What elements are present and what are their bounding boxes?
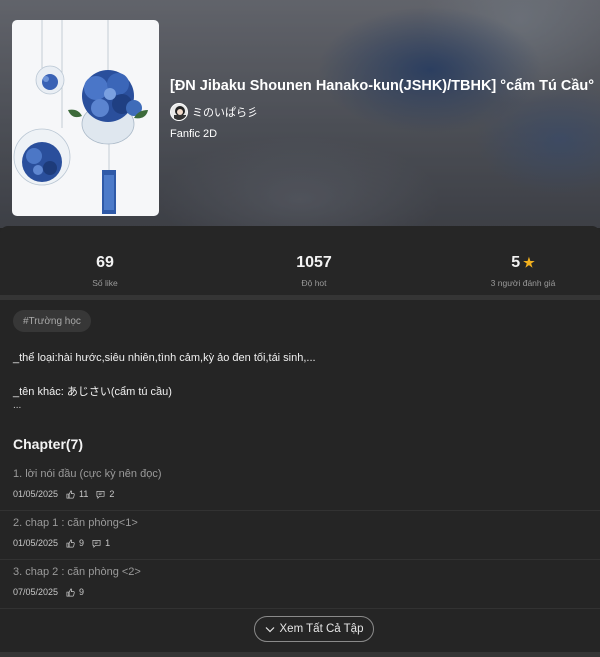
section-divider: [0, 295, 600, 300]
chapter-likes: 9: [79, 587, 85, 597]
chapter-comments: 2: [109, 489, 115, 499]
chapter-comments: 1: [105, 538, 111, 548]
chapter-likes: 11: [79, 489, 89, 499]
rating-value: 5: [511, 254, 521, 271]
bottom-divider: [0, 652, 600, 657]
tag-chip[interactable]: #Trường học: [13, 310, 91, 332]
author-name[interactable]: ミのいぱら彡: [192, 104, 258, 120]
hot-label: Độ hot: [301, 278, 327, 288]
comment-icon: [96, 490, 105, 499]
story-header-background: [ĐN Jibaku Shounen Hanako-kun(JSHK)/TBHK…: [0, 0, 600, 228]
author-avatar[interactable]: [170, 103, 188, 121]
likes-count: 69: [96, 254, 114, 271]
comment-icon: [92, 539, 101, 548]
author-row[interactable]: ミのいぱら彡: [170, 102, 590, 122]
description-ellipsis[interactable]: ...: [13, 400, 588, 411]
rating-label: 3 người đánh giá: [490, 278, 556, 288]
chevron-down-icon: [265, 626, 275, 633]
description-line: _tên khác: あじさい(cẩm tú cầu): [13, 386, 172, 398]
chapter-item[interactable]: 1. lời nói đầu (cực kỳ nên đọc) 01/05/20…: [0, 462, 600, 511]
story-genre[interactable]: Fanfic 2D: [170, 128, 590, 140]
description-line: _thể loại:hài hước,siêu nhiên,tình cảm,k…: [13, 352, 316, 364]
chapter-item[interactable]: 2. chap 1 : căn phòng<1> 01/05/2025 9 1: [0, 511, 600, 560]
story-cover-image[interactable]: [12, 20, 159, 216]
chapters-heading: Chapter(7): [13, 436, 84, 452]
chapter-title[interactable]: 1. lời nói đầu (cực kỳ nên đọc): [13, 468, 161, 480]
chapter-item[interactable]: 3. chap 2 : căn phòng <2> 07/05/2025 9: [0, 560, 600, 609]
chapter-date: 07/05/2025: [13, 587, 59, 597]
story-info: [ĐN Jibaku Shounen Hanako-kun(JSHK)/TBHK…: [170, 76, 595, 140]
story-title: [ĐN Jibaku Shounen Hanako-kun(JSHK)/TBHK…: [170, 78, 595, 94]
chapter-title[interactable]: 3. chap 2 : căn phòng <2>: [13, 566, 141, 578]
likes-label: Số like: [92, 278, 118, 288]
thumbs-up-icon: [66, 490, 75, 499]
thumbs-up-icon: [66, 539, 75, 548]
hot-count: 1057: [296, 254, 332, 271]
chapter-date: 01/05/2025: [13, 489, 59, 499]
stat-rating[interactable]: 5 ★ 3 người đánh giá: [423, 253, 600, 288]
chapter-date: 01/05/2025: [13, 538, 59, 548]
see-all-chapters-button[interactable]: Xem Tất Cả Tập: [254, 616, 374, 642]
stat-likes: 69 Số like: [5, 253, 205, 288]
star-icon: ★: [523, 255, 535, 270]
chapter-title[interactable]: 2. chap 1 : căn phòng<1>: [13, 517, 138, 529]
see-all-label: Xem Tất Cả Tập: [279, 623, 364, 635]
chapter-likes: 9: [79, 538, 85, 548]
thumbs-up-icon: [66, 588, 75, 597]
stat-hot: 1057 Độ hot: [214, 253, 414, 288]
story-stats: 69 Số like 1057 Độ hot 5 ★ 3 người đánh …: [0, 226, 600, 296]
